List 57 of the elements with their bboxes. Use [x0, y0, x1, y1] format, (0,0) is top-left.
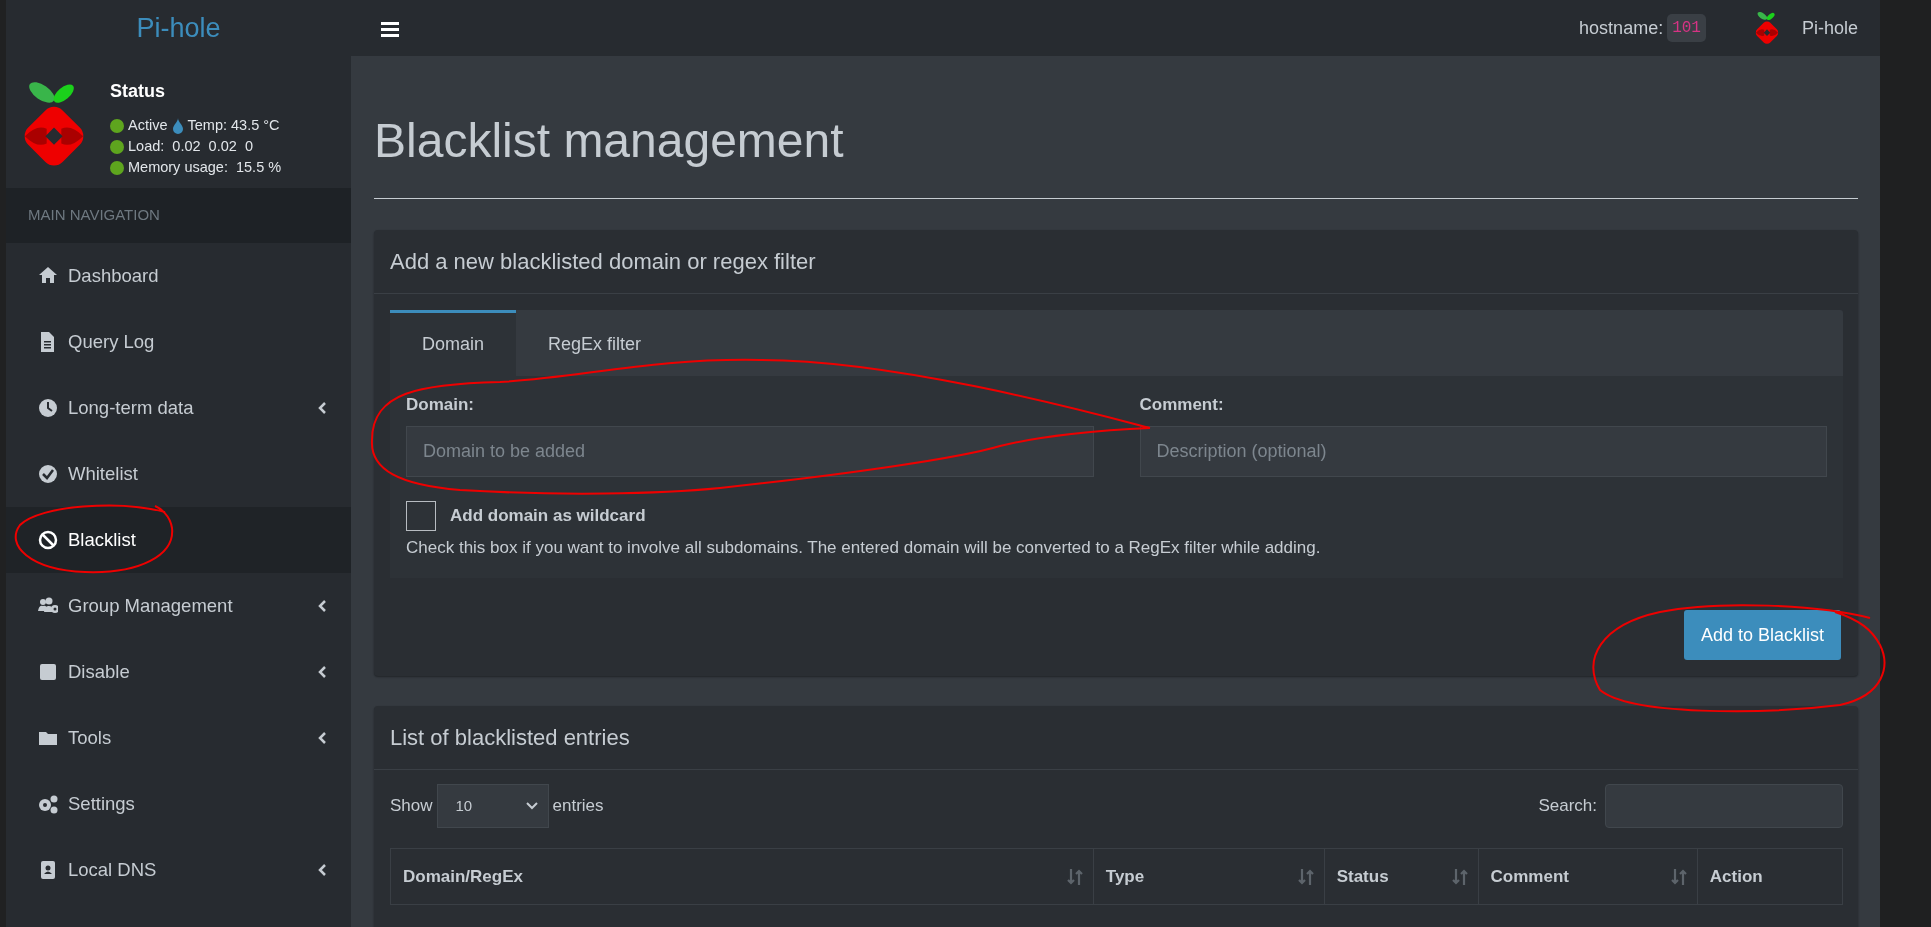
sortable-column-header[interactable]: Domain/RegEx [390, 848, 1094, 905]
status-text: Active [128, 116, 168, 135]
sidebar-item[interactable]: Query Log [6, 309, 351, 375]
page-size-select[interactable]: 10 [436, 784, 549, 828]
tab[interactable]: Domain [390, 310, 517, 376]
tab[interactable]: RegEx filter [516, 310, 674, 376]
add-button[interactable]: Add to Blacklist [1683, 610, 1841, 660]
sidebar-item[interactable]: Settings [6, 771, 351, 837]
check-circle-icon [38, 464, 58, 484]
gears-icon [38, 794, 58, 814]
column-header: Action [1697, 848, 1843, 905]
home-icon [38, 266, 58, 286]
nav-section-header: MAIN NAVIGATION [6, 188, 351, 243]
memory-text: Memory usage: 15.5 % [128, 158, 282, 177]
menu-icon [381, 19, 399, 38]
hostname-label: hostname: [1579, 16, 1664, 40]
sidebar-item[interactable]: Tools [6, 705, 351, 771]
sidebar-item[interactable]: Blacklist [6, 507, 351, 573]
user-name[interactable]: Pi-hole [1801, 14, 1858, 42]
users-gear-icon [38, 596, 58, 616]
chevron-down-icon [525, 802, 538, 810]
domain-field[interactable]: Domain to be added [406, 425, 1094, 477]
status-dot [110, 160, 124, 175]
search-label: Search: [1538, 795, 1597, 818]
sidebar-item[interactable]: Long-term data [6, 375, 351, 441]
logo-text: Pi-hole [136, 11, 221, 45]
sidebar-item[interactable]: Group Management [6, 573, 351, 639]
panel-title: Add a new blacklisted domain or regex filter [374, 230, 1858, 294]
comment-field[interactable]: Description (optional) [1139, 425, 1827, 477]
drop-icon [171, 117, 184, 134]
contact-card-icon [38, 860, 58, 880]
page-title: Blacklist management [374, 113, 845, 169]
sortable-column-header[interactable]: Comment [1478, 848, 1698, 905]
sidebar-item[interactable]: Whitelist [6, 441, 351, 507]
sortable-column-header[interactable]: Status [1324, 848, 1479, 905]
ban-icon [38, 530, 58, 550]
search-field[interactable] [1605, 784, 1843, 828]
status-title: Status [110, 80, 166, 103]
sidebar-item[interactable]: Disable [6, 639, 351, 705]
status-dot [110, 118, 124, 133]
field-label: Domain: [406, 394, 475, 416]
field-label: Comment: [1139, 394, 1225, 416]
sidebar-item[interactable]: Dashboard [6, 243, 351, 309]
square-icon [38, 662, 58, 682]
checkbox[interactable] [406, 500, 436, 531]
checkbox-label: Add domain as wildcard [450, 504, 646, 527]
status-dot [110, 139, 124, 154]
load-text: Load: 0.02 0.02 0 [128, 137, 253, 156]
panel-title: List of blacklisted entries [374, 706, 1858, 770]
entries-label: entries [552, 795, 604, 818]
help-text: Check this box if you want to involve all subdomains. The entered domain will be converted to a RegEx filter while adding. [406, 536, 1322, 559]
show-label: Show [390, 795, 433, 818]
sidebar-item[interactable]: Local DNS [6, 837, 351, 903]
hostname-value: 101 [1667, 14, 1706, 42]
sortable-column-header[interactable]: Type [1093, 848, 1325, 905]
clock-icon [38, 398, 58, 418]
temperature-text: Temp: 43.5 °C [187, 116, 280, 135]
